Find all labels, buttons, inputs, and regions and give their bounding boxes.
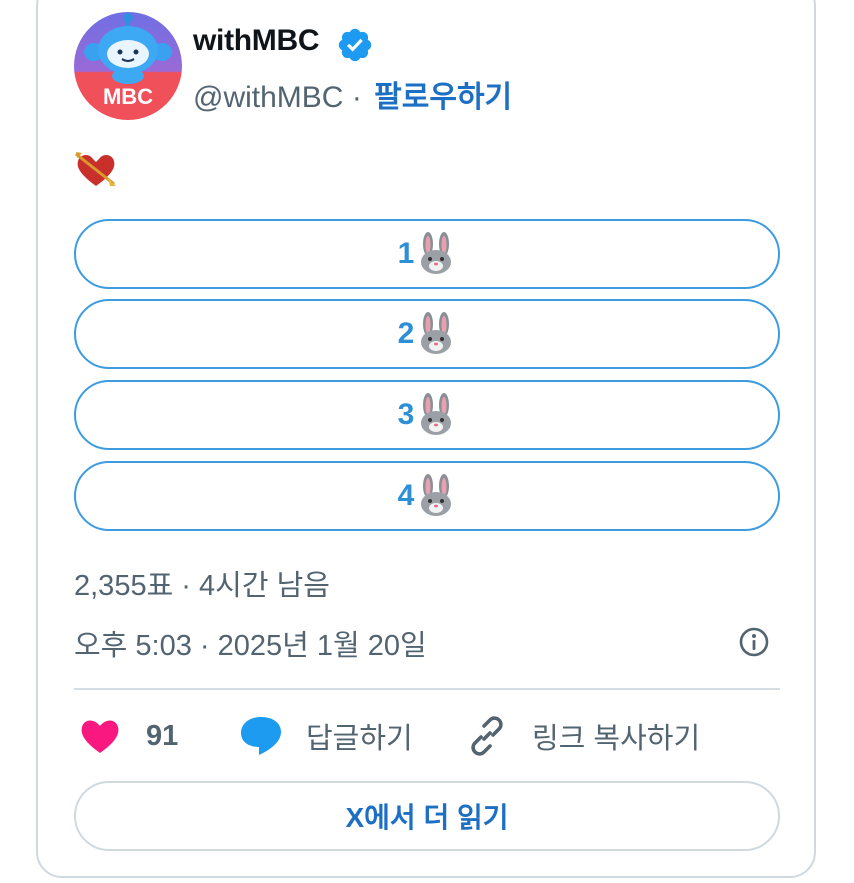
tweet-timestamp[interactable]: 오후 5:03 · 2025년 1월 20일: [74, 622, 427, 664]
poll-option-label: 3: [397, 398, 415, 431]
poll-option-4[interactable]: 4: [74, 461, 780, 531]
rabbit-face-icon: [421, 232, 452, 274]
avatar[interactable]: MBC: [74, 12, 182, 120]
divider: [74, 688, 780, 690]
separator-dot: ·: [351, 81, 362, 114]
author-handle-row: @withMBC · 팔로우하기: [193, 72, 512, 116]
like-button[interactable]: 91: [78, 712, 178, 760]
reply-label: 답글하기: [306, 723, 413, 755]
author-display-name[interactable]: withMBC: [193, 24, 320, 58]
rabbit-face-icon: [421, 474, 452, 516]
poll-option-label: 4: [397, 479, 415, 512]
poll-option-2[interactable]: 2: [74, 299, 780, 369]
copy-link-label: 링크 복사하기: [532, 723, 701, 755]
like-count: 91: [146, 719, 179, 752]
poll-stats: 2,355표 · 4시간 남음: [74, 570, 330, 602]
rabbit-face-icon: [421, 312, 452, 354]
read-more-button[interactable]: X에서 더 읽기: [74, 781, 780, 851]
reply-bubble-icon: [241, 717, 281, 755]
poll-option-1[interactable]: 1: [74, 219, 780, 289]
verified-badge-icon: [338, 28, 372, 62]
info-icon[interactable]: [738, 626, 770, 658]
link-icon: [471, 716, 503, 756]
copy-link-button[interactable]: 링크 복사하기: [466, 712, 700, 760]
avatar-logo-text: MBC: [103, 84, 153, 109]
poll-option-label: 2: [397, 317, 415, 350]
poll-option-3[interactable]: 3: [74, 380, 780, 450]
heart-icon: [81, 720, 119, 753]
poll-option-label: 1: [397, 237, 415, 270]
rabbit-face-icon: [421, 393, 452, 435]
follow-link[interactable]: 팔로우하기: [374, 81, 512, 114]
heart-with-arrow-icon: [75, 152, 116, 186]
author-handle[interactable]: @withMBC: [193, 81, 343, 114]
reply-button[interactable]: 답글하기: [238, 712, 413, 760]
